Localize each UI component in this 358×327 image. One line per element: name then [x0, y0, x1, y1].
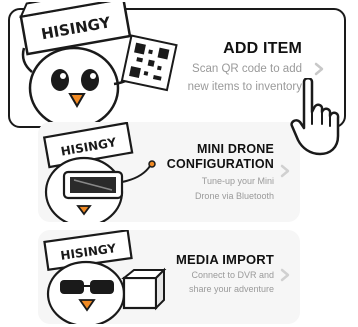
media-import-subtitle-line2: share your adventure: [188, 284, 274, 294]
mini-drone-title-line2: CONFIGURATION: [166, 157, 274, 171]
mini-drone-subtitle-line2: Drone via Bluetooth: [194, 191, 274, 201]
media-import-subtitle-line1: Connect to DVR and: [191, 270, 274, 280]
menu-item-media-import[interactable]: HISINGY MEDIA IMPORT Connect to DVR and …: [38, 230, 300, 324]
chevron-right-icon: [280, 268, 290, 282]
media-import-text: MEDIA IMPORT Connect to DVR and share yo…: [124, 252, 274, 295]
pointing-hand-icon: [290, 78, 340, 156]
menu-item-mini-drone-configuration[interactable]: HISINGY MINI DRONE CONFIGURATION Tune-up…: [38, 122, 300, 222]
mini-drone-text: MINI DRONE CONFIGURATION Tune-up your Mi…: [134, 142, 274, 202]
media-import-title: MEDIA IMPORT: [176, 252, 274, 267]
chevron-right-icon: [314, 62, 324, 76]
add-item-subtitle-line1: Scan QR code to add: [192, 63, 302, 75]
chevron-right-icon: [280, 164, 290, 178]
add-item-title: ADD ITEM: [223, 40, 302, 57]
mini-drone-title-line1: MINI DRONE: [197, 142, 274, 156]
add-item-text: ADD ITEM Scan QR code to add new items t…: [142, 40, 302, 94]
mini-drone-subtitle-line1: Tune-up your Mini: [201, 176, 274, 186]
add-item-subtitle-line2: new items to inventory: [187, 81, 302, 93]
